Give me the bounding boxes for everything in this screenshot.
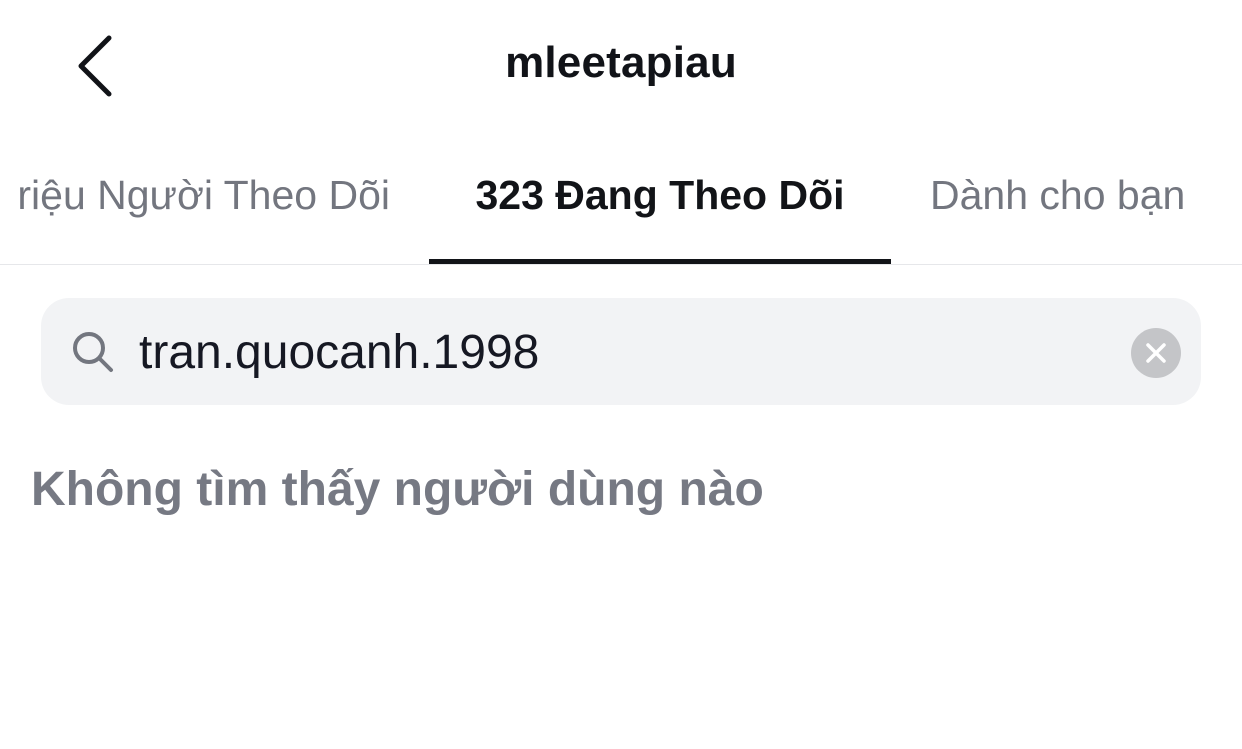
search-input[interactable]: tran.quocanh.1998 xyxy=(41,298,1201,405)
tab-following[interactable]: 323 Đang Theo Dõi xyxy=(429,172,891,219)
page-title: mleetapiau xyxy=(505,38,737,87)
clear-search-button[interactable] xyxy=(1131,328,1181,378)
active-tab-indicator xyxy=(429,259,891,264)
tab-for-you[interactable]: Dành cho bạn xyxy=(930,172,1185,219)
tab-bar: riệu Người Theo Dõi 323 Đang Theo Dõi Dà… xyxy=(0,150,1242,265)
header: mleetapiau xyxy=(0,0,1242,130)
empty-results-message: Không tìm thấy người dùng nào xyxy=(31,463,764,516)
search-icon xyxy=(73,332,113,372)
search-query-text[interactable]: tran.quocanh.1998 xyxy=(139,325,539,380)
following-search-screen: mleetapiau riệu Người Theo Dõi 323 Đang … xyxy=(0,0,1242,749)
close-icon xyxy=(1146,343,1166,363)
tab-followers[interactable]: riệu Người Theo Dõi xyxy=(17,172,390,219)
